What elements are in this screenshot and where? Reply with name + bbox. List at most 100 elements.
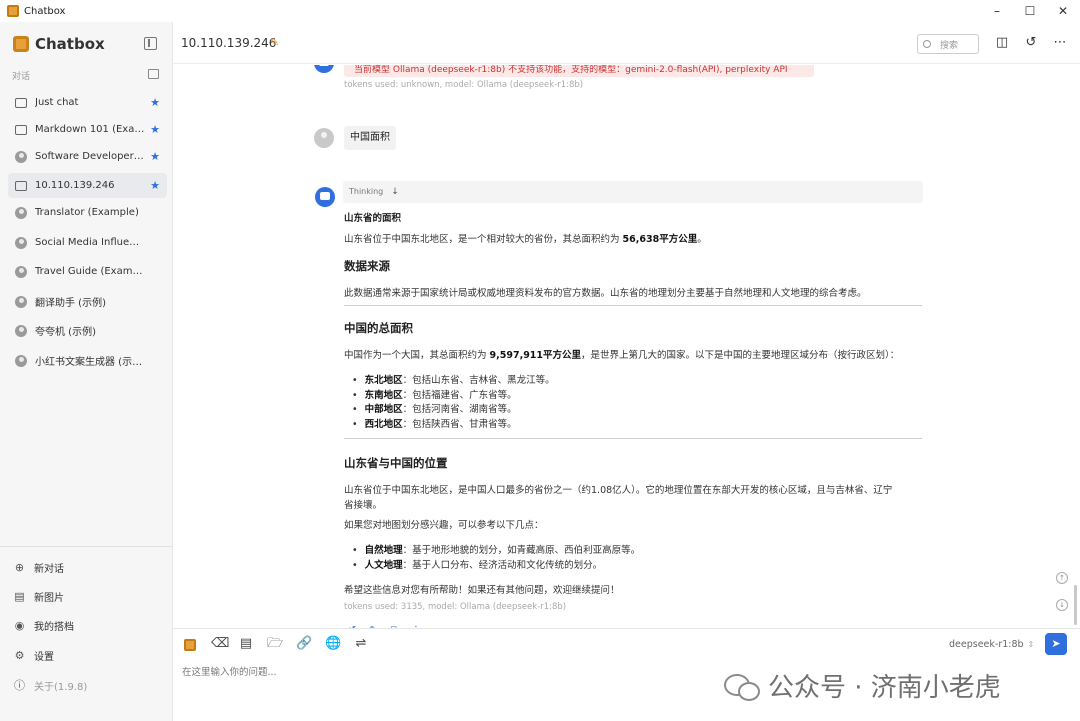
image-plus-icon: ▤ (14, 590, 25, 603)
my-partner-button[interactable]: ◉ 我的搭档 (14, 618, 74, 633)
text-span: 。 (697, 234, 707, 245)
scroll-bottom-icon[interactable]: ↓ (1056, 599, 1068, 611)
settings-button[interactable]: ⚙ 设置 (14, 648, 54, 663)
chatbox-logo-icon (13, 36, 29, 52)
bold-value: 9,597,911平方公里 (489, 350, 582, 361)
chat-icon (15, 97, 27, 108)
archive-icon[interactable] (148, 69, 159, 79)
about-label: 关于(1.9.8) (34, 682, 88, 693)
thinking-toggle[interactable]: Thinking ↓ (343, 181, 923, 203)
list-item-title: 东北地区 (364, 375, 403, 386)
sidebar-item-label: 小红书文案生成器 (示例) (35, 357, 145, 368)
settings-label: 设置 (34, 652, 54, 663)
avatar-icon (15, 295, 27, 308)
chat-icon (15, 180, 27, 191)
list-item-desc: ：包括山东省、吉林省、黑龙江等。 (402, 375, 555, 386)
sidebar-item-software-developer[interactable]: Software Developer (Example) ★ (8, 144, 167, 169)
sidebar-item-just-chat[interactable]: Just chat ★ (8, 90, 167, 115)
sidebar-divider (0, 546, 172, 547)
split-view-icon[interactable]: ◫ (995, 36, 1009, 50)
heading-source: 数据来源 (344, 259, 390, 273)
model-select[interactable]: deepseek-r1:8b ⇕ (949, 639, 1034, 650)
sidebar-item-label: Translator (Example) (35, 207, 139, 218)
list-item-desc: ：基于地形地貌的划分，如青藏高原、西伯利亚高原等。 (402, 545, 641, 556)
text-span: ，是世界上第几大的国家。以下是中国的主要地理区域分布（按行政区划）： (581, 350, 900, 361)
list-item-title: 中部地区 (364, 404, 403, 415)
close-button[interactable]: ✕ (1041, 0, 1080, 22)
user-avatar-icon (314, 128, 334, 148)
globe-icon[interactable]: 🌐 (325, 637, 341, 651)
message-list: 当前模型 Ollama (deepseek-r1:8b) 不支持该功能，支持的模… (173, 65, 1080, 631)
sidebar-item-label: Just chat (35, 97, 79, 108)
sidebar-item-xiaohongshu[interactable]: 小红书文案生成器 (示例) (8, 348, 167, 373)
star-icon[interactable]: ★ (150, 123, 160, 136)
chat-title: 10.110.139.246 (181, 36, 277, 50)
sidebar: Chatbox 对话 Just chat ★ Markdown 101 (Exa… (0, 22, 173, 721)
sidebar-item-label: Markdown 101 (Example) (35, 124, 145, 135)
more-options-icon[interactable]: ⋯ (1053, 36, 1067, 50)
text-span: 山东省位于中国东北地区，是一个相对较大的省份，其总面积约为 (344, 234, 623, 245)
star-icon[interactable]: ★ (150, 179, 160, 192)
sidebar-item-label: Social Media Influencer (Example) (35, 237, 145, 248)
sidebar-item-praise-bot[interactable]: 夸夸机 (示例) (8, 318, 167, 343)
info-icon: ⓘ (14, 679, 25, 692)
new-chat-button[interactable]: ⊕ 新对话 (14, 560, 64, 575)
list-item-title: 自然地理 (364, 545, 403, 556)
token-usage: tokens used: 3135, model: Ollama (deepse… (344, 602, 567, 612)
model-name: deepseek-r1:8b (949, 639, 1024, 650)
list-item-title: 西北地区 (364, 419, 403, 430)
thinking-label: Thinking (349, 187, 384, 196)
avatar-icon (15, 206, 27, 219)
chatbox-attach-icon[interactable] (184, 639, 196, 651)
new-image-button[interactable]: ▤ 新图片 (14, 589, 64, 604)
my-partner-label: 我的搭档 (34, 622, 74, 633)
text-span: 中国作为一个大国，其总面积约为 (344, 350, 490, 361)
bot-avatar-icon (315, 187, 335, 207)
robot-icon: ◉ (14, 619, 25, 632)
new-image-label: 新图片 (34, 593, 64, 604)
edit-title-icon[interactable]: ✎ (270, 36, 279, 49)
search-input[interactable]: 搜索 (917, 34, 979, 54)
history-icon[interactable]: ↺ (1024, 36, 1038, 50)
sidebar-item-social-media[interactable]: Social Media Influencer (Example) (8, 230, 167, 255)
error-text: 当前模型 Ollama (deepseek-r1:8b) 不支持该功能，支持的模… (354, 65, 788, 75)
list-item-desc: ：包括陕西省、甘肃省等。 (402, 419, 517, 430)
arrow-down-icon: ↓ (391, 187, 399, 197)
sidebar-item-translation-assistant[interactable]: 翻译助手 (示例) (8, 289, 167, 314)
watermark: 公众号 · 济南小老虎 (724, 667, 1001, 704)
avatar-icon (15, 324, 27, 337)
gear-icon: ⚙ (14, 649, 25, 662)
scroll-top-icon[interactable]: ↑ (1056, 572, 1068, 584)
sidebar-item-travel-guide[interactable]: Travel Guide (Example) (8, 259, 167, 284)
avatar-icon (15, 236, 27, 249)
error-message: 当前模型 Ollama (deepseek-r1:8b) 不支持该功能，支持的模… (344, 65, 814, 77)
sliders-icon[interactable]: ⇌ (354, 637, 368, 651)
folder-icon[interactable]: 🗁 (267, 637, 283, 651)
input-area: ⌫ ▤ 🗁 🔗 🌐 ⇌ deepseek-r1:8b⇕ ➤ 公众号 · 济南小老… (173, 628, 1080, 721)
brand-name: Chatbox (35, 35, 105, 53)
sidebar-item-markdown[interactable]: Markdown 101 (Example) ★ (8, 117, 167, 142)
list-item: 人文地理：基于人口分布、经济活动和文化传统的划分。 (352, 557, 603, 571)
image-icon[interactable]: ▤ (239, 637, 253, 651)
collapse-sidebar-icon[interactable] (144, 37, 157, 50)
list-item-title: 东南地区 (364, 390, 403, 401)
send-button[interactable]: ➤ (1045, 633, 1067, 655)
star-icon[interactable]: ★ (150, 96, 160, 109)
main-panel: 10.110.139.246 ✎ 搜索 ◫ ↺ ⋯ 当前模型 Ollama (d… (173, 22, 1080, 721)
new-chat-label: 新对话 (34, 564, 64, 575)
link-icon[interactable]: 🔗 (296, 637, 312, 651)
divider (344, 305, 922, 306)
sidebar-item-label: Software Developer (Example) (35, 151, 145, 162)
answer-paragraph: 中国作为一个大国，其总面积约为 9,597,911平方公里，是世界上第几大的国家… (344, 347, 899, 361)
avatar-icon (15, 265, 27, 278)
wechat-logo-icon (724, 672, 760, 701)
star-icon[interactable]: ★ (150, 150, 160, 163)
about-button[interactable]: ⓘ 关于(1.9.8) (14, 678, 87, 693)
list-item: 自然地理：基于地形地貌的划分，如青藏高原、西伯利亚高原等。 (352, 542, 641, 556)
bold-value: 56,638平方公里 (622, 234, 698, 245)
sidebar-item-ip-chat[interactable]: 10.110.139.246 ★ (8, 173, 167, 198)
sidebar-item-translator[interactable]: Translator (Example) (8, 200, 167, 225)
scrollbar[interactable] (1074, 585, 1077, 625)
eraser-icon[interactable]: ⌫ (211, 637, 229, 651)
bot-avatar-icon (314, 65, 334, 73)
